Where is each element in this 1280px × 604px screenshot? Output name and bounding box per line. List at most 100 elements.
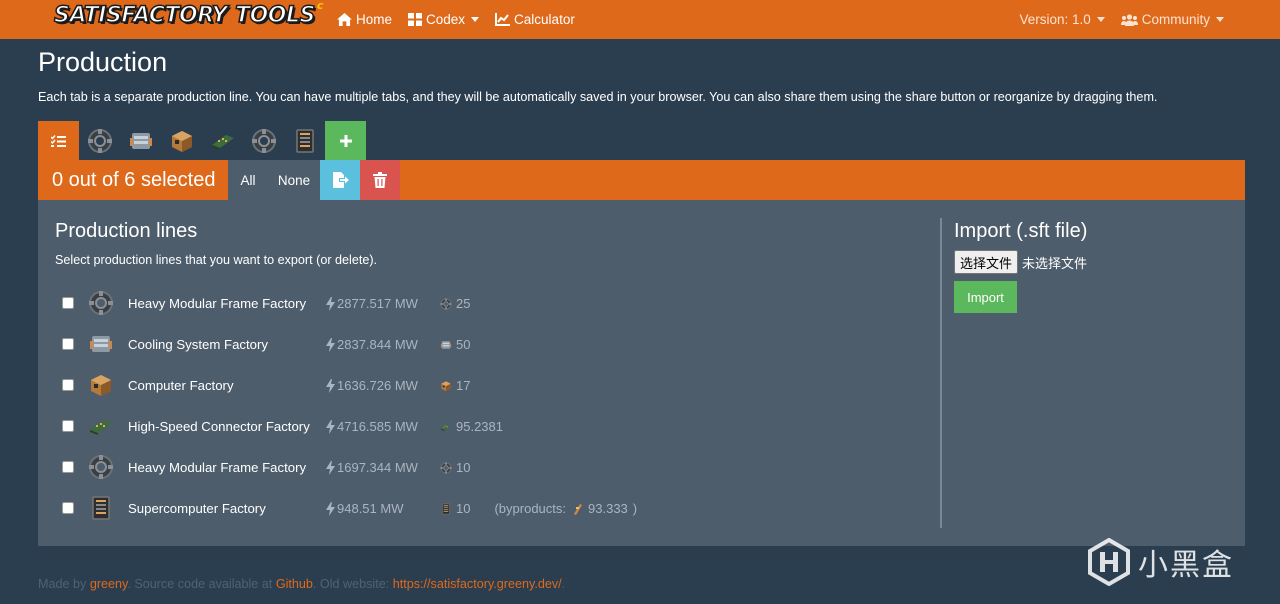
tab-computer[interactable] <box>161 121 202 160</box>
computer-icon <box>171 130 192 152</box>
version-label: Version: 1.0 <box>1019 12 1091 27</box>
production-line-name[interactable]: Heavy Modular Frame Factory <box>128 296 306 311</box>
tab-overview[interactable] <box>38 121 79 160</box>
production-line-output: 95.2381 <box>440 419 503 434</box>
watermark: 小黑盒 <box>1088 538 1234 586</box>
production-line-checkbox[interactable] <box>62 338 74 350</box>
footer: Made by greeny. Source code available at… <box>38 577 565 591</box>
power-value: 948.51 MW <box>337 501 404 516</box>
nav-main: Home Codex Calculator <box>337 0 575 39</box>
export-button[interactable] <box>320 160 360 200</box>
production-lines-subtitle: Select production lines that you want to… <box>55 253 378 267</box>
production-line-power: 2837.844 MW <box>326 337 418 352</box>
nav-calculator[interactable]: Calculator <box>495 12 575 27</box>
users-icon <box>1120 13 1138 26</box>
github-link[interactable]: Github <box>276 577 313 591</box>
footer-end: . <box>561 577 566 591</box>
production-line-power: 2877.517 MW <box>326 296 418 311</box>
production-line-checkbox[interactable] <box>62 502 74 514</box>
heavy-modular-frame-icon <box>88 454 114 480</box>
heavy-modular-frame-icon <box>88 290 114 316</box>
community-label: Community <box>1141 12 1210 27</box>
old-website-link[interactable]: https://satisfactory.greeny.dev/ <box>393 577 562 591</box>
byproducts-close: ) <box>632 501 638 516</box>
plus-icon <box>339 134 352 147</box>
selection-toolbar: 0 out of 6 selected All None <box>38 160 1245 200</box>
page-title: Production <box>38 47 168 77</box>
nav-codex-label: Codex <box>426 12 466 27</box>
add-tab-button[interactable] <box>325 121 366 160</box>
bolt-icon <box>326 296 335 311</box>
production-line-output: 25 <box>440 296 470 311</box>
cooling-system-icon <box>129 132 152 149</box>
production-line-power: 948.51 MW <box>326 501 403 516</box>
version-dropdown[interactable]: Version: 1.0 <box>1019 12 1105 27</box>
tab-heavy-modular-frame-2[interactable] <box>243 121 284 160</box>
production-line-row: Heavy Modular Frame Factory 2877.517 MW … <box>62 284 682 325</box>
byproduct-amount: 93.333 <box>588 501 628 516</box>
nav-home[interactable]: Home <box>337 12 392 27</box>
cooling-system-icon <box>440 339 452 351</box>
tab-high-speed-connector[interactable] <box>202 121 243 160</box>
production-panel: Production lines Select production lines… <box>38 200 1245 546</box>
production-line-name[interactable]: Computer Factory <box>128 378 234 393</box>
production-line-row: Supercomputer Factory 948.51 MW 10 (bypr… <box>62 489 682 530</box>
logo-text-satisfactory: SATISFACTORY <box>53 2 228 29</box>
chevron-down-icon <box>471 17 480 22</box>
tab-supercomputer[interactable] <box>284 121 325 160</box>
select-none-button[interactable]: None <box>268 160 320 200</box>
import-button[interactable]: Import <box>954 281 1017 313</box>
choose-file-button[interactable]: 选择文件 <box>954 250 1019 274</box>
nav-secondary: Version: 1.0 Community <box>1019 0 1224 39</box>
production-line-power: 4716.585 MW <box>326 419 418 434</box>
watermark-text: 小黑盒 <box>1138 548 1234 583</box>
byproduct-icon <box>571 503 583 515</box>
file-export-icon <box>333 172 349 188</box>
high-speed-connector-icon <box>440 421 452 433</box>
production-line-output: 17 <box>440 378 470 393</box>
author-link[interactable]: greeny <box>90 577 128 591</box>
heybox-logo-icon <box>1088 538 1130 586</box>
footer-source: . Source code available at <box>127 577 276 591</box>
community-dropdown[interactable]: Community <box>1120 12 1224 27</box>
production-line-power: 1697.344 MW <box>326 460 418 475</box>
production-line-checkbox[interactable] <box>62 297 74 309</box>
select-all-button[interactable]: All <box>228 160 268 200</box>
selection-count: 0 out of 6 selected <box>52 169 216 191</box>
production-line-checkbox[interactable] <box>62 379 74 391</box>
nav-codex[interactable]: Codex <box>408 12 480 27</box>
file-input: 选择文件 未选择文件 <box>954 250 1087 274</box>
cooling-system-icon <box>88 331 114 357</box>
production-line-name[interactable]: Cooling System Factory <box>128 337 268 352</box>
brand-logo[interactable]: SATISFACTORY TOOLS c <box>53 0 329 29</box>
production-tabs <box>38 121 366 160</box>
bolt-icon <box>326 460 335 475</box>
power-value: 4716.585 MW <box>337 419 418 434</box>
footer-old: . Old website: <box>312 577 393 591</box>
production-line-name[interactable]: High-Speed Connector Factory <box>128 419 310 434</box>
production-line-row: Heavy Modular Frame Factory 1697.344 MW … <box>62 448 682 489</box>
tab-heavy-modular-frame[interactable] <box>79 121 120 160</box>
power-value: 2877.517 MW <box>337 296 418 311</box>
production-line-name[interactable]: Supercomputer Factory <box>128 501 266 516</box>
production-line-name[interactable]: Heavy Modular Frame Factory <box>128 460 306 475</box>
home-icon <box>337 13 352 26</box>
production-line-checkbox[interactable] <box>62 461 74 473</box>
grid-icon <box>408 13 423 26</box>
power-value: 1697.344 MW <box>337 460 418 475</box>
heavy-modular-frame-icon <box>440 461 452 474</box>
production-line-checkbox[interactable] <box>62 420 74 432</box>
production-line-output: 10 <box>440 460 470 475</box>
delete-button[interactable] <box>360 160 400 200</box>
page-intro: Each tab is a separate production line. … <box>38 90 1158 104</box>
production-line-row: Computer Factory 1636.726 MW 17 <box>62 366 682 407</box>
list-check-icon <box>51 134 66 147</box>
bolt-icon <box>326 419 335 434</box>
logo-mark: c <box>316 0 324 12</box>
bolt-icon <box>326 378 335 393</box>
nav-calculator-label: Calculator <box>514 12 575 27</box>
tab-cooling-system[interactable] <box>120 121 161 160</box>
divider <box>940 218 942 528</box>
no-file-label: 未选择文件 <box>1022 255 1088 271</box>
chevron-down-icon <box>1096 17 1105 22</box>
